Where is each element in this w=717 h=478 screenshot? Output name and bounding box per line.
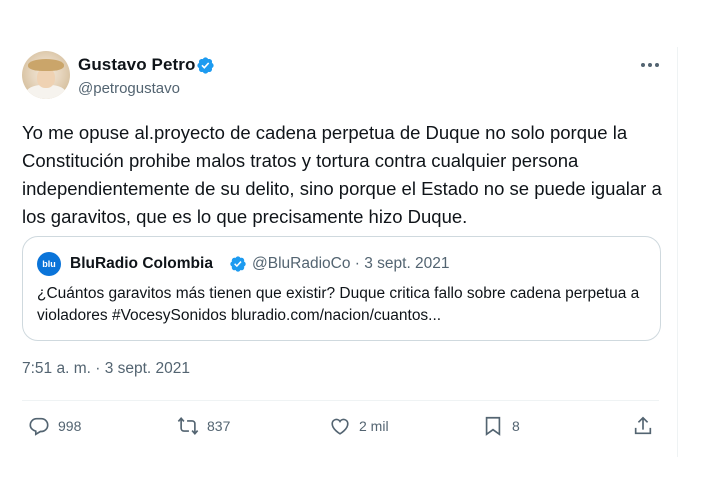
quoted-tweet[interactable]: blu BluRadio Colombia @BluRadioCo · 3 se… (22, 236, 661, 341)
tweet-timestamp[interactable]: 7:51 a. m. · 3 sept. 2021 (22, 360, 190, 378)
bookmark-count: 8 (512, 418, 520, 434)
reply-count: 998 (58, 418, 82, 434)
column-divider (677, 47, 678, 457)
quoted-author-name[interactable]: BluRadio Colombia (70, 255, 213, 273)
bookmark-button[interactable]: 8 (482, 414, 520, 438)
more-icon[interactable] (638, 55, 662, 75)
author-name[interactable]: Gustavo Petro (78, 55, 196, 75)
reply-icon (29, 417, 49, 436)
share-button[interactable] (632, 414, 662, 438)
verified-badge-icon (230, 256, 246, 272)
author-avatar[interactable] (22, 51, 70, 99)
like-icon (331, 418, 349, 435)
verified-badge-icon (197, 57, 214, 74)
actions-divider (22, 400, 659, 401)
author-handle[interactable]: @petrogustavo (78, 80, 180, 97)
share-icon (634, 416, 652, 435)
like-button[interactable]: 2 mil (329, 414, 389, 438)
quoted-text: ¿Cuántos garavitos más tienen que existi… (37, 285, 640, 324)
quoted-author-logo: blu (37, 252, 61, 276)
retweet-icon (177, 416, 199, 436)
retweet-count: 837 (207, 418, 231, 434)
like-count: 2 mil (359, 418, 389, 434)
reply-button[interactable]: 998 (28, 414, 81, 438)
retweet-button[interactable]: 837 (177, 414, 230, 438)
bookmark-icon (485, 416, 501, 436)
tweet-text: Yo me opuse al.proyecto de cadena perpet… (22, 122, 662, 227)
tweet-card: Gustavo Petro @petrogustavo Yo me opuse … (0, 0, 717, 478)
quoted-meta: @BluRadioCo · 3 sept. 2021 (252, 255, 450, 272)
